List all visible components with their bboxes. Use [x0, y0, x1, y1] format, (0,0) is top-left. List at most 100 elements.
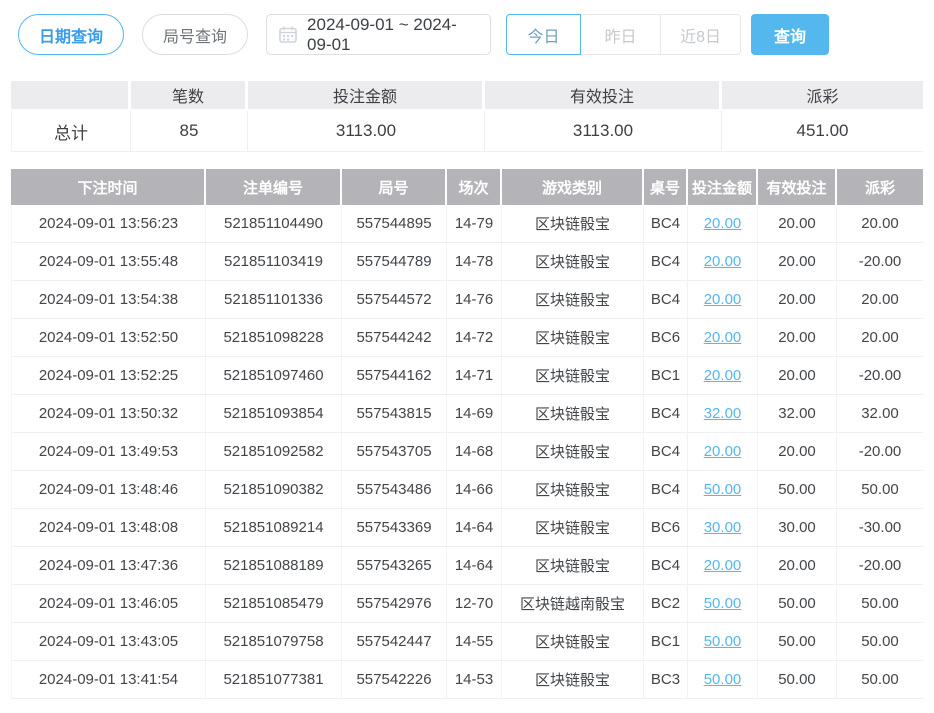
- table-row: 2024-09-01 13:55:48521851103419557544789…: [11, 243, 923, 281]
- date-range-input[interactable]: 2024-09-01 ~ 2024-09-01: [266, 14, 491, 55]
- bet-amount-link[interactable]: 20.00: [704, 557, 742, 574]
- cell-game: 区块链骰宝: [502, 661, 644, 699]
- cell-valid-bet: 20.00: [758, 357, 837, 395]
- col-header-valid-bet: 有效投注: [758, 169, 837, 205]
- cell-bet-no: 521851088189: [206, 547, 342, 585]
- cell-table-no: BC4: [644, 281, 688, 319]
- bet-amount-link[interactable]: 20.00: [704, 253, 742, 270]
- cell-game: 区块链骰宝: [502, 319, 644, 357]
- cell-valid-bet: 30.00: [758, 509, 837, 547]
- cell-round-no: 557543705: [342, 433, 447, 471]
- cell-bet-no: 521851101336: [206, 281, 342, 319]
- cell-table-no: BC6: [644, 509, 688, 547]
- cell-session: 14-69: [447, 395, 502, 433]
- bet-amount-link[interactable]: 50.00: [704, 595, 742, 612]
- cell-table-no: BC6: [644, 319, 688, 357]
- cell-bet-amount: 20.00: [688, 433, 758, 471]
- tab-date-query-label: 日期查询: [39, 23, 103, 47]
- col-header-round-no: 局号: [342, 169, 447, 205]
- cell-valid-bet: 20.00: [758, 205, 837, 243]
- cell-bet-no: 521851089214: [206, 509, 342, 547]
- cell-session: 14-76: [447, 281, 502, 319]
- cell-game: 区块链骰宝: [502, 433, 644, 471]
- cell-table-no: BC3: [644, 661, 688, 699]
- last8days-button-label: 近8日: [680, 23, 721, 47]
- table-row: 2024-09-01 13:52:25521851097460557544162…: [11, 357, 923, 395]
- col-header-bet-no: 注单编号: [206, 169, 342, 205]
- search-button[interactable]: 查询: [751, 14, 829, 55]
- bet-table-body: 2024-09-01 13:56:23521851104490557544895…: [11, 205, 923, 699]
- cell-payout: 50.00: [837, 623, 923, 661]
- bet-amount-link[interactable]: 50.00: [704, 633, 742, 650]
- bet-amount-link[interactable]: 32.00: [704, 405, 742, 422]
- last8days-button[interactable]: 近8日: [661, 14, 741, 55]
- cell-payout: 20.00: [837, 319, 923, 357]
- cell-payout: 50.00: [837, 471, 923, 509]
- table-row: 2024-09-01 13:52:50521851098228557544242…: [11, 319, 923, 357]
- cell-time: 2024-09-01 13:52:50: [11, 319, 206, 357]
- cell-session: 14-55: [447, 623, 502, 661]
- tab-date-query[interactable]: 日期查询: [18, 14, 124, 55]
- cell-game: 区块链骰宝: [502, 205, 644, 243]
- cell-session: 14-79: [447, 205, 502, 243]
- cell-bet-amount: 30.00: [688, 509, 758, 547]
- bet-amount-link[interactable]: 30.00: [704, 519, 742, 536]
- cell-table-no: BC4: [644, 471, 688, 509]
- cell-round-no: 557544572: [342, 281, 447, 319]
- cell-payout: -20.00: [837, 357, 923, 395]
- bet-table-header-row: 下注时间 注单编号 局号 场次 游戏类别 桌号 投注金额 有效投注 派彩: [11, 169, 923, 205]
- today-button-label: 今日: [528, 23, 560, 47]
- cell-time: 2024-09-01 13:47:36: [11, 547, 206, 585]
- yesterday-button[interactable]: 昨日: [581, 14, 661, 55]
- cell-round-no: 557542976: [342, 585, 447, 623]
- cell-bet-no: 521851104490: [206, 205, 342, 243]
- cell-bet-amount: 20.00: [688, 357, 758, 395]
- summary-total-bet-amount: 3113.00: [248, 111, 485, 152]
- tab-round-query[interactable]: 局号查询: [142, 14, 248, 55]
- col-header-table-no: 桌号: [644, 169, 688, 205]
- summary-header-bet-amount: 投注金额: [248, 81, 485, 111]
- bet-amount-link[interactable]: 50.00: [704, 481, 742, 498]
- cell-session: 14-64: [447, 547, 502, 585]
- cell-table-no: BC2: [644, 585, 688, 623]
- cell-round-no: 557542447: [342, 623, 447, 661]
- bet-amount-link[interactable]: 20.00: [704, 443, 742, 460]
- bet-amount-link[interactable]: 50.00: [704, 671, 742, 688]
- cell-payout: -20.00: [837, 243, 923, 281]
- cell-game: 区块链骰宝: [502, 281, 644, 319]
- cell-round-no: 557543369: [342, 509, 447, 547]
- summary-total-valid-bet: 3113.00: [485, 111, 722, 152]
- date-range-value: 2024-09-01 ~ 2024-09-01: [307, 15, 478, 55]
- cell-session: 14-68: [447, 433, 502, 471]
- cell-game: 区块链骰宝: [502, 509, 644, 547]
- cell-table-no: BC1: [644, 623, 688, 661]
- bet-amount-link[interactable]: 20.00: [704, 291, 742, 308]
- summary-header-payout: 派彩: [722, 81, 923, 111]
- bet-amount-link[interactable]: 20.00: [704, 215, 742, 232]
- cell-time: 2024-09-01 13:52:25: [11, 357, 206, 395]
- cell-payout: -20.00: [837, 433, 923, 471]
- summary-header-row: 笔数 投注金额 有效投注 派彩: [11, 81, 923, 111]
- cell-round-no: 557544895: [342, 205, 447, 243]
- cell-bet-amount: 32.00: [688, 395, 758, 433]
- cell-valid-bet: 20.00: [758, 281, 837, 319]
- summary-header-valid-bet: 有效投注: [485, 81, 722, 111]
- today-button[interactable]: 今日: [506, 14, 581, 55]
- bet-amount-link[interactable]: 20.00: [704, 329, 742, 346]
- cell-round-no: 557544789: [342, 243, 447, 281]
- cell-payout: -30.00: [837, 509, 923, 547]
- cell-round-no: 557543486: [342, 471, 447, 509]
- col-header-bet-amount: 投注金额: [688, 169, 758, 205]
- cell-valid-bet: 20.00: [758, 319, 837, 357]
- bet-amount-link[interactable]: 20.00: [704, 367, 742, 384]
- cell-table-no: BC4: [644, 433, 688, 471]
- table-row: 2024-09-01 13:41:54521851077381557542226…: [11, 661, 923, 699]
- table-row: 2024-09-01 13:49:53521851092582557543705…: [11, 433, 923, 471]
- cell-round-no: 557544162: [342, 357, 447, 395]
- cell-game: 区块链骰宝: [502, 547, 644, 585]
- query-toolbar: 日期查询 局号查询 2024-09-01 ~ 2024-09-01 今日 昨日 …: [18, 14, 934, 55]
- table-row: 2024-09-01 13:48:46521851090382557543486…: [11, 471, 923, 509]
- cell-bet-amount: 20.00: [688, 281, 758, 319]
- cell-table-no: BC4: [644, 205, 688, 243]
- cell-game: 区块链越南骰宝: [502, 585, 644, 623]
